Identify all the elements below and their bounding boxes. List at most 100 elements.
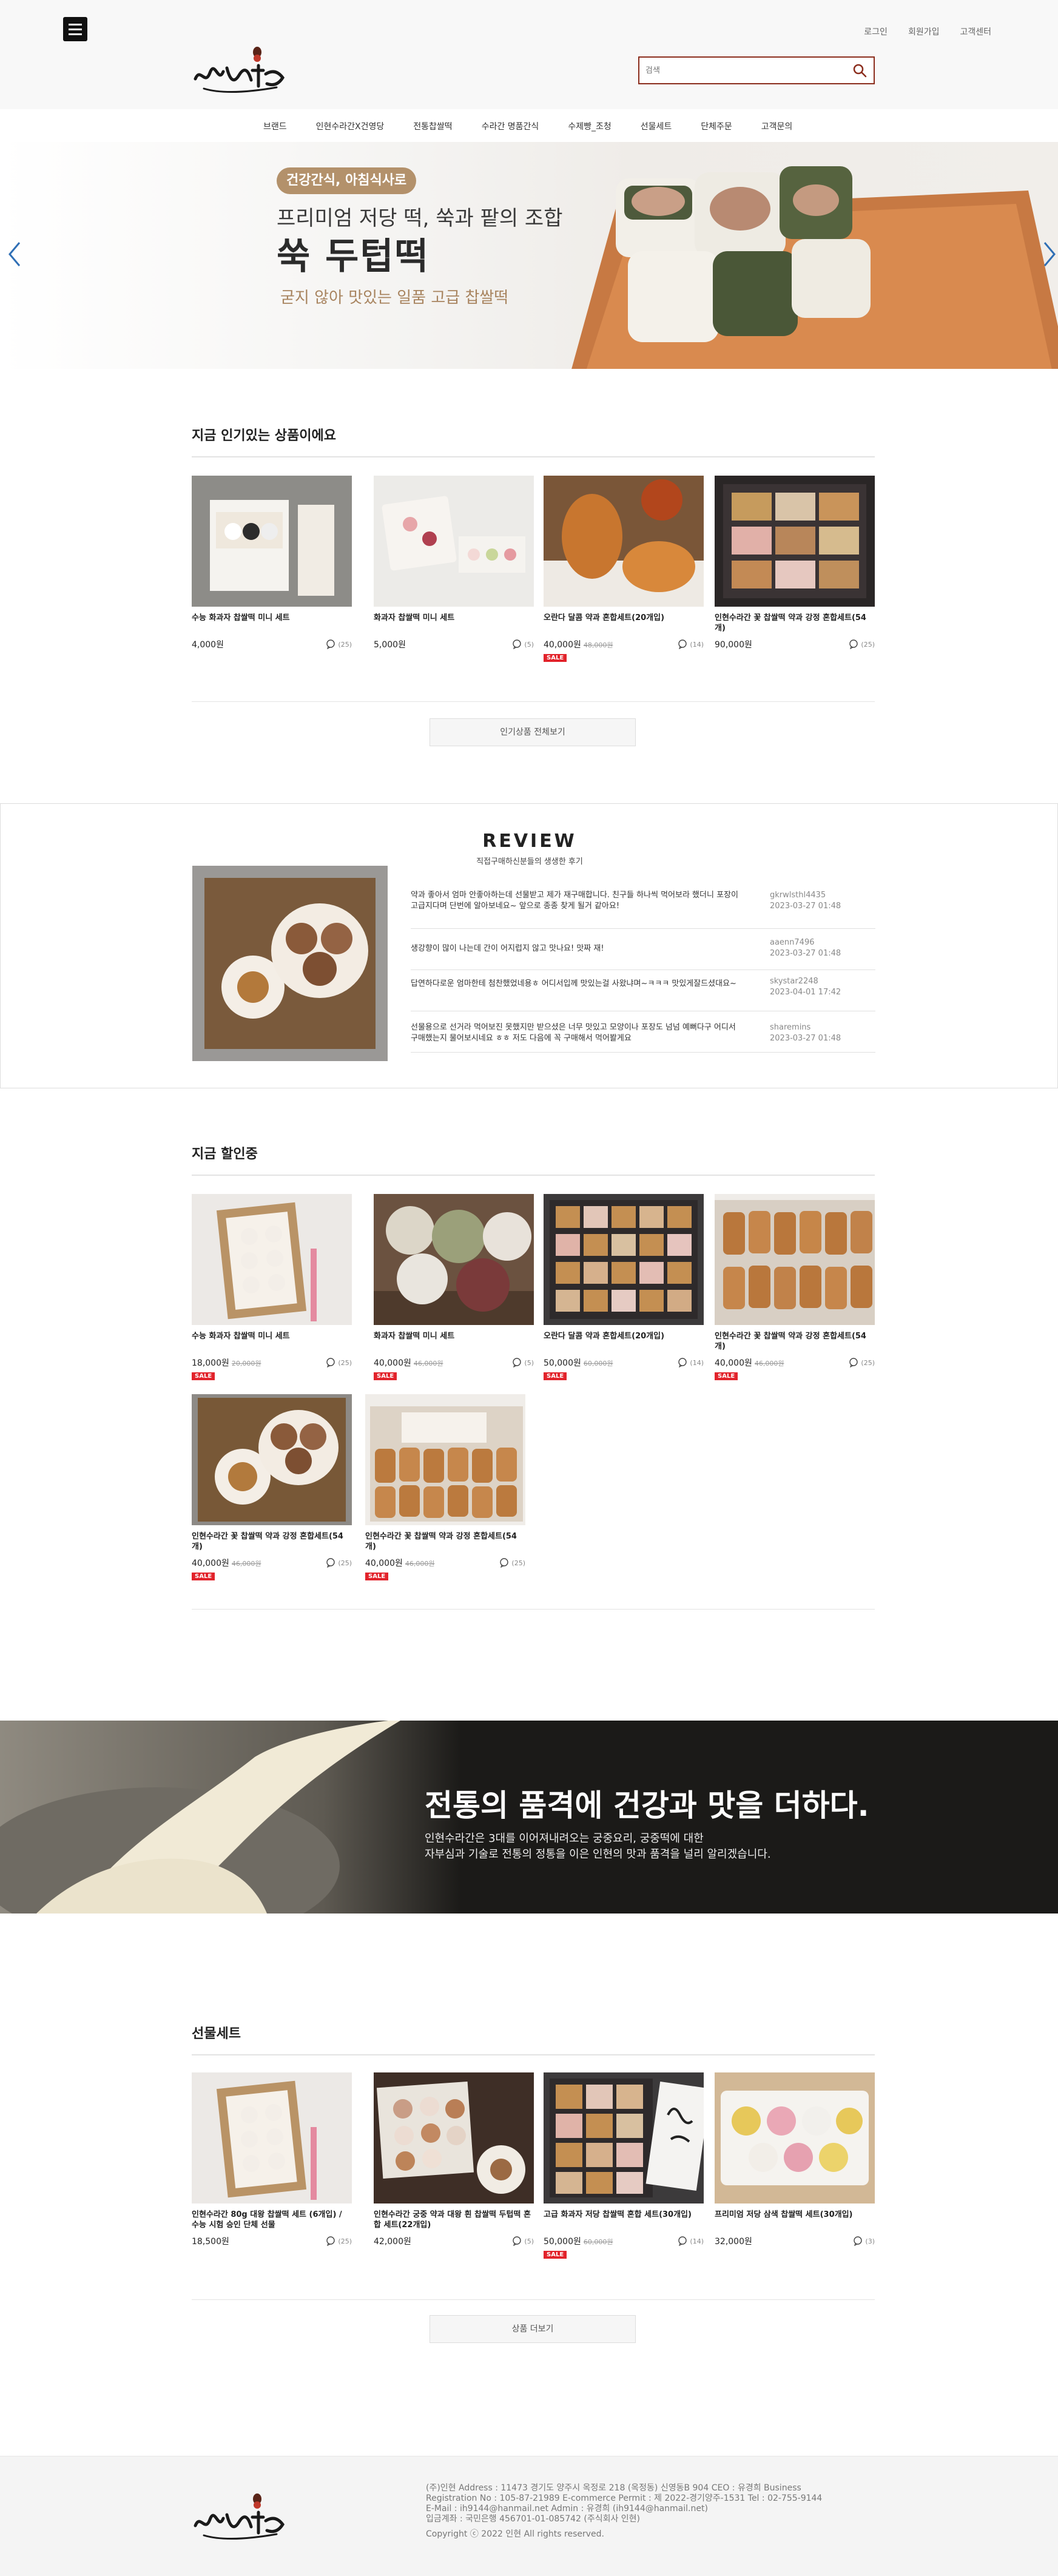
gift-section-title: 선물세트 bbox=[192, 2026, 241, 2042]
speech-bubble-icon bbox=[500, 1558, 509, 1568]
product-name[interactable]: 인현수라간 꽃 찹쌀떡 약과 강정 혼합세트(54개) bbox=[715, 1331, 875, 1352]
nav-item-inquiry[interactable]: 고객문의 bbox=[747, 120, 807, 132]
product-name[interactable]: 화과자 찹쌀떡 미니 세트 bbox=[374, 1331, 534, 1352]
nav-item-group-order[interactable]: 단체주문 bbox=[686, 120, 747, 132]
review-row[interactable]: 답연하다로운 엄마한테 첨찬했었네용ㅎ 어디서입께 맛있는걸 사왔냐며~ㅋㅋㅋ … bbox=[411, 973, 875, 1011]
product-name[interactable]: 인현수라간 80g 대왕 찹쌀떡 세트 (6개입) / 수능 시험 승인 단체 … bbox=[192, 2210, 352, 2230]
product-price: 90,000원 bbox=[715, 640, 752, 650]
search-icon[interactable] bbox=[852, 62, 868, 78]
product-image[interactable] bbox=[715, 476, 875, 607]
banner-title: 전통의 품격에 건강과 맛을 더하다. bbox=[425, 1788, 869, 1823]
product-name[interactable]: 고급 화과자 저당 찹쌀떡 혼합 세트(30개입) bbox=[544, 2210, 704, 2230]
original-price: 46,000원 bbox=[754, 1360, 784, 1367]
divider bbox=[192, 456, 875, 457]
product-image[interactable] bbox=[192, 2072, 352, 2203]
review-user: sharemins bbox=[770, 1023, 811, 1032]
hamburger-menu-icon[interactable] bbox=[63, 17, 87, 41]
product-image[interactable] bbox=[544, 1194, 704, 1325]
product-name[interactable]: 화과자 찹쌀떡 미니 세트 bbox=[374, 613, 534, 633]
product-card[interactable]: 인현수라간 80g 대왕 찹쌀떡 세트 (6개입) / 수능 시험 승인 단체 … bbox=[192, 2072, 352, 2247]
nav-item-brand[interactable]: 브랜드 bbox=[249, 120, 302, 132]
comment-count: (25) bbox=[326, 2236, 352, 2246]
footer-registration: Registration No : 105-87-21989 E-commerc… bbox=[426, 2493, 823, 2503]
divider bbox=[192, 2299, 875, 2300]
product-image[interactable] bbox=[544, 2072, 704, 2203]
comment-count: (3) bbox=[853, 2236, 875, 2246]
sale-badge: SALE bbox=[715, 1372, 738, 1380]
product-name[interactable]: 오란다 달콤 약과 혼합세트(20개입) bbox=[544, 613, 704, 633]
product-price: 40,000원 bbox=[715, 1358, 752, 1368]
product-name[interactable]: 오란다 달콤 약과 혼합세트(20개입) bbox=[544, 1331, 704, 1352]
brand-logo[interactable] bbox=[192, 44, 289, 98]
product-card[interactable]: 프리미엄 저당 삼색 찹쌀떡 세트(30개입) 32,000원 (3) bbox=[715, 2072, 875, 2247]
nav-item-bread[interactable]: 수제빵_조청 bbox=[553, 120, 625, 132]
product-image[interactable] bbox=[374, 2072, 534, 2203]
product-card[interactable]: 수능 화과자 찹쌀떡 미니 세트 18,000원 20,000원 (25) SALE bbox=[192, 1194, 352, 1380]
product-name[interactable]: 수능 화과자 찹쌀떡 미니 세트 bbox=[192, 1331, 352, 1352]
product-image[interactable] bbox=[374, 1194, 534, 1325]
product-name[interactable]: 인현수라간 꽃 찹쌀떡 약과 강정 혼합세트(54개) bbox=[715, 613, 875, 633]
signup-link[interactable]: 회원가입 bbox=[908, 25, 940, 38]
comment-count: (14) bbox=[678, 639, 704, 649]
product-name[interactable]: 인현수라간 꽃 찹쌀떡 약과 강정 혼합세트(54개) bbox=[192, 1531, 352, 1552]
footer-logo[interactable] bbox=[192, 2490, 289, 2545]
original-price: 46,000원 bbox=[405, 1560, 435, 1568]
search-input[interactable] bbox=[645, 64, 840, 77]
product-image[interactable] bbox=[715, 1194, 875, 1325]
review-image[interactable] bbox=[192, 866, 388, 1061]
product-card[interactable]: 오란다 달콤 약과 혼합세트(20개입) 40,000원 48,000원 (14) … bbox=[544, 476, 704, 662]
product-card[interactable]: 오란다 달콤 약과 혼합세트(20개입) 50,000원 60,000원 (14) … bbox=[544, 1194, 704, 1380]
footer-info: (주)인현 Address : 11473 경기도 양주시 옥정로 218 (옥… bbox=[426, 2483, 822, 2540]
product-name[interactable]: 인현수라간 꽃 찹쌀떡 약과 강정 혼합세트(54개) bbox=[365, 1531, 525, 1552]
product-image[interactable] bbox=[192, 1394, 352, 1525]
product-name[interactable]: 프리미엄 저당 삼색 찹쌀떡 세트(30개입) bbox=[715, 2210, 875, 2230]
product-price: 4,000원 bbox=[192, 640, 224, 650]
product-image[interactable] bbox=[365, 1394, 525, 1525]
product-card[interactable]: 인현수라간 궁중 약과 대왕 흰 찹쌀떡 두텁떡 혼합 세트(22개입) 42,… bbox=[374, 2072, 534, 2247]
review-title: REVIEW bbox=[482, 831, 577, 852]
product-price: 40,000원 bbox=[365, 1559, 403, 1568]
product-card[interactable]: 인현수라간 꽃 찹쌀떡 약과 강정 혼합세트(54개) 40,000원 46,00… bbox=[715, 1194, 875, 1380]
slider-prev-chevron-icon[interactable] bbox=[6, 239, 24, 269]
nav-item-gift[interactable]: 선물세트 bbox=[626, 120, 687, 132]
review-section: REVIEW 직접구매하신분들의 생생한 후기 약과 좋아서 엄마 안좋아하는데… bbox=[0, 803, 1058, 1088]
product-card[interactable]: 수능 화과자 찹쌀떡 미니 세트 4,000원 (25) bbox=[192, 476, 352, 650]
product-image[interactable] bbox=[374, 476, 534, 607]
slider-next-chevron-icon[interactable] bbox=[1040, 239, 1058, 269]
product-image[interactable] bbox=[192, 476, 352, 607]
hero-banner[interactable]: 건강간식, 아침식사로 프리미엄 저당 떡, 쑥과 팥의 조합 쑥 두텁떡 굳지… bbox=[0, 142, 1058, 369]
review-row[interactable]: 생강향이 많이 나는데 간이 어지럽지 않고 맛나요! 맛짜 재! aaenn7… bbox=[411, 931, 875, 970]
product-image[interactable] bbox=[192, 1194, 352, 1325]
product-image[interactable] bbox=[715, 2072, 875, 2203]
nav-item-collab[interactable]: 인현수라간X건영당 bbox=[302, 120, 399, 132]
product-card[interactable]: 인현수라간 꽃 찹쌀떡 약과 강정 혼합세트(54개) 40,000원 46,00… bbox=[365, 1394, 525, 1580]
product-image[interactable] bbox=[544, 476, 704, 607]
product-price: 50,000원 bbox=[544, 1358, 581, 1368]
product-price: 42,000원 bbox=[374, 2237, 411, 2247]
product-name[interactable]: 수능 화과자 찹쌀떡 미니 세트 bbox=[192, 613, 352, 633]
sale-badge: SALE bbox=[544, 654, 567, 662]
nav-item-chapssal[interactable]: 전통찹쌀떡 bbox=[399, 120, 467, 132]
sale-badge: SALE bbox=[192, 1372, 215, 1380]
product-card[interactable]: 인현수라간 꽃 찹쌀떡 약과 강정 혼합세트(54개) 90,000원 (25) bbox=[715, 476, 875, 650]
popular-more-button[interactable]: 인기상품 전체보기 bbox=[430, 718, 636, 746]
login-link[interactable]: 로그인 bbox=[864, 25, 888, 38]
product-card[interactable]: 인현수라간 꽃 찹쌀떡 약과 강정 혼합세트(54개) 40,000원 46,00… bbox=[192, 1394, 352, 1580]
comment-count: (25) bbox=[326, 1558, 352, 1568]
product-card[interactable]: 화과자 찹쌀떡 미니 세트 5,000원 (5) bbox=[374, 476, 534, 650]
divider bbox=[192, 1175, 875, 1176]
product-name[interactable]: 인현수라간 궁중 약과 대왕 흰 찹쌀떡 두텁떡 혼합 세트(22개입) bbox=[374, 2210, 534, 2230]
review-row[interactable]: 약과 좋아서 엄마 안좋아하는데 선물받고 제가 재구매합니다. 친구들 하나씩… bbox=[411, 890, 875, 929]
nav-item-snacks[interactable]: 수라간 명품간식 bbox=[467, 120, 554, 132]
hero-description: 굳지 않아 맛있는 일품 고급 찹쌀떡 bbox=[280, 289, 509, 307]
gift-more-button[interactable]: 상품 더보기 bbox=[430, 2315, 636, 2343]
product-price: 40,000원 bbox=[544, 640, 581, 650]
review-row[interactable]: 선물용으로 선거라 먹어보진 못했지만 받으셨은 너무 맛있고 모양이나 포장도… bbox=[411, 1014, 875, 1053]
original-price: 60,000원 bbox=[583, 1360, 613, 1367]
product-card[interactable]: 고급 화과자 저당 찹쌀떡 혼합 세트(30개입) 50,000원 60,000원… bbox=[544, 2072, 704, 2259]
product-card[interactable]: 화과자 찹쌀떡 미니 세트 40,000원 46,000원 (5) SALE bbox=[374, 1194, 534, 1380]
review-date: 2023-03-27 01:48 bbox=[770, 902, 841, 911]
product-price: 5,000원 bbox=[374, 640, 406, 650]
original-price: 60,000원 bbox=[583, 2238, 613, 2246]
customer-center-link[interactable]: 고객센터 bbox=[960, 25, 991, 38]
